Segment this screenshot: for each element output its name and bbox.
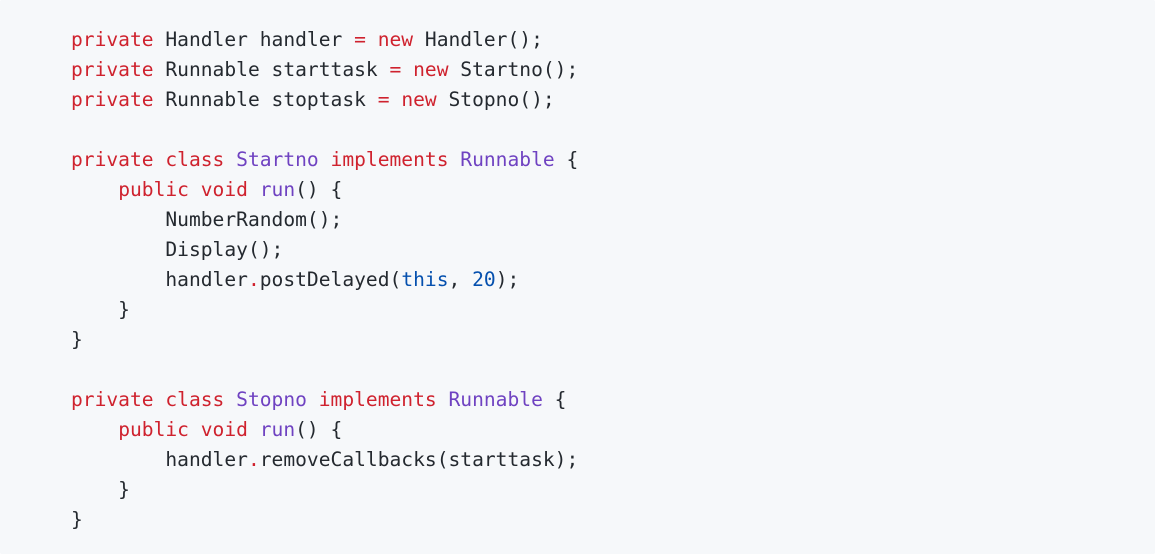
code-token: { [554, 148, 579, 171]
code-token: private [71, 88, 154, 111]
code-token: new [413, 58, 449, 81]
code-token: 20 [472, 268, 496, 291]
code-token: Stopno(); [436, 88, 555, 111]
code-token: run [259, 178, 296, 201]
code-token: class [165, 388, 225, 411]
code-token: { [542, 388, 567, 411]
code-token: class [165, 148, 225, 171]
code-token: () { [295, 178, 343, 201]
code-token: run [259, 418, 296, 441]
code-token: } [71, 328, 83, 351]
code-token: } [71, 508, 83, 531]
code-token: Stopno [236, 388, 307, 411]
code-token: . [247, 268, 260, 291]
code-token: Runnable [460, 148, 555, 171]
code-token: Handler handler [153, 28, 355, 51]
code-token: void [200, 418, 248, 441]
code-block: private Handler handler = new Handler();… [0, 0, 1155, 554]
code-token: this [401, 268, 449, 291]
code-token: = [389, 58, 402, 81]
code-token: handler [71, 448, 248, 471]
code-line: } [71, 505, 1155, 535]
code-token: ); [495, 268, 520, 291]
code-token: Runnable [448, 388, 543, 411]
code-token: postDelayed( [259, 268, 402, 291]
code-token: = [354, 28, 366, 51]
code-token: void [200, 178, 248, 201]
code-line: private Handler handler = new Handler(); [71, 25, 1155, 55]
code-token: handler [71, 268, 248, 291]
code-token: Runnable stoptask [153, 88, 378, 111]
code-line: Display(); [71, 235, 1155, 265]
code-line: NumberRandom(); [71, 205, 1155, 235]
code-token: Startno [236, 148, 319, 171]
code-line: } [71, 475, 1155, 505]
code-line: handler.postDelayed(this, 20); [71, 265, 1155, 295]
code-text: private Handler handler = new Handler();… [71, 25, 1155, 535]
code-token: () { [295, 418, 343, 441]
code-token: Display(); [71, 238, 284, 261]
code-token: private [71, 58, 154, 81]
code-token: removeCallbacks(starttask); [259, 448, 579, 471]
code-line: public void run() { [71, 415, 1155, 445]
code-token: Startno(); [448, 58, 579, 81]
code-token: implements [318, 388, 437, 411]
code-token: Handler(); [413, 28, 543, 51]
code-token: } [71, 298, 130, 321]
code-token: private [71, 388, 154, 411]
code-line: private Runnable stoptask = new Stopno()… [71, 85, 1155, 115]
code-line: } [71, 295, 1155, 325]
code-line: public void run() { [71, 175, 1155, 205]
code-line: } [71, 325, 1155, 355]
code-token: } [71, 478, 130, 501]
code-token: implements [330, 148, 449, 171]
code-token: public [118, 178, 189, 201]
code-token: private [71, 28, 154, 51]
code-token: = [377, 88, 390, 111]
code-line: handler.removeCallbacks(starttask); [71, 445, 1155, 475]
code-token: private [71, 148, 154, 171]
code-token: public [118, 418, 189, 441]
code-token: NumberRandom(); [71, 208, 343, 231]
code-token: , [448, 268, 473, 291]
code-line: private Runnable starttask = new Startno… [71, 55, 1155, 85]
code-line: private class Startno implements Runnabl… [71, 145, 1155, 175]
code-token: Runnable starttask [153, 58, 390, 81]
code-token: new [401, 88, 437, 111]
code-token: . [247, 448, 260, 471]
code-line: private class Stopno implements Runnable… [71, 385, 1155, 415]
code-token: new [377, 28, 414, 51]
